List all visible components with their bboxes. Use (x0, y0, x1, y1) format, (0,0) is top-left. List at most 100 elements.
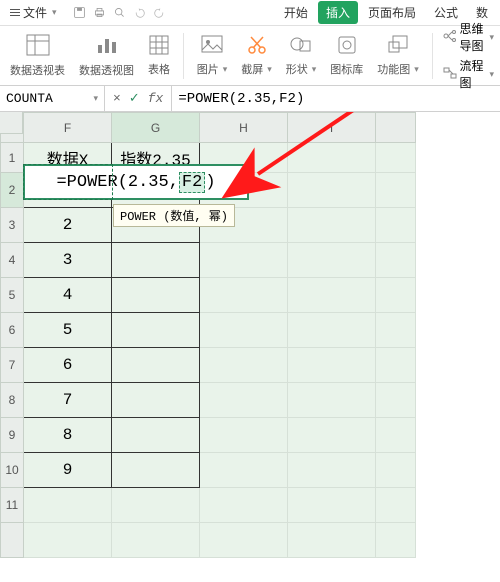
formula-cellref: F2 (179, 172, 205, 193)
undo-icon[interactable] (133, 6, 147, 20)
cell[interactable] (376, 278, 416, 313)
cell[interactable] (200, 243, 288, 278)
row-header[interactable]: 6 (1, 313, 24, 348)
row-header[interactable]: 9 (1, 418, 24, 453)
row-header[interactable]: 4 (1, 243, 24, 278)
print-icon[interactable] (93, 6, 107, 20)
cell[interactable] (376, 173, 416, 208)
cell[interactable] (288, 453, 376, 488)
ribbon-separator (432, 33, 433, 79)
cell[interactable] (200, 313, 288, 348)
cell[interactable] (376, 348, 416, 383)
cell[interactable] (112, 488, 200, 523)
cell[interactable] (376, 143, 416, 173)
cell-f9[interactable]: 8 (24, 418, 112, 453)
cell-f5[interactable]: 4 (24, 278, 112, 313)
cell[interactable] (376, 418, 416, 453)
cell-f6[interactable]: 5 (24, 313, 112, 348)
preview-icon[interactable] (113, 6, 127, 20)
cell[interactable] (376, 453, 416, 488)
screenshot-button[interactable]: 截屏▾ (237, 34, 276, 77)
cell[interactable] (288, 383, 376, 418)
cell-g10[interactable] (112, 453, 200, 488)
tab-home[interactable]: 开始 (276, 1, 316, 24)
cell[interactable] (24, 523, 112, 558)
pivot-table-button[interactable]: 数据透视表 (6, 33, 69, 78)
cell[interactable] (288, 313, 376, 348)
name-box[interactable]: COUNTA (0, 86, 105, 111)
row-header[interactable]: 1 (1, 143, 24, 173)
cell-g5[interactable] (112, 278, 200, 313)
row-header[interactable]: 3 (1, 208, 24, 243)
col-header-blank[interactable] (376, 113, 416, 143)
row-header[interactable] (1, 523, 24, 558)
cell[interactable] (200, 523, 288, 558)
pivot-chart-icon (94, 33, 120, 60)
col-header-i[interactable]: I (288, 113, 376, 143)
cell-g9[interactable] (112, 418, 200, 453)
table-button[interactable]: 表格 (144, 34, 174, 77)
redo-icon[interactable] (153, 6, 167, 20)
shapes-label: 形状 (286, 61, 308, 77)
formula-input[interactable]: =POWER(2.35,F2) (171, 86, 500, 111)
cell[interactable] (288, 523, 376, 558)
row-header[interactable]: 11 (1, 488, 24, 523)
confirm-formula-button[interactable]: ✓ (129, 91, 140, 106)
cell[interactable] (200, 453, 288, 488)
cell[interactable] (200, 488, 288, 523)
col-header-h[interactable]: H (200, 113, 288, 143)
select-all-corner[interactable] (0, 112, 23, 134)
cell-f7[interactable]: 6 (24, 348, 112, 383)
icons-button[interactable]: 图标库 (326, 34, 367, 77)
cell-g8[interactable] (112, 383, 200, 418)
cell[interactable] (288, 143, 376, 173)
cell[interactable] (288, 488, 376, 523)
cell[interactable] (288, 243, 376, 278)
cell-f10[interactable]: 9 (24, 453, 112, 488)
cell[interactable] (112, 523, 200, 558)
cell[interactable] (376, 383, 416, 418)
cell-f3[interactable]: 2 (24, 208, 112, 243)
cell[interactable] (288, 208, 376, 243)
cell[interactable] (376, 243, 416, 278)
row-header[interactable]: 5 (1, 278, 24, 313)
shapes-button[interactable]: 形状 ▾ (282, 34, 321, 77)
cell[interactable] (376, 523, 416, 558)
fx-button[interactable]: fx (148, 91, 164, 106)
file-menu[interactable]: 文件 ▾ (4, 2, 63, 23)
pivot-chart-button[interactable]: 数据透视图 (75, 33, 138, 78)
cell-g7[interactable] (112, 348, 200, 383)
tab-insert[interactable]: 插入 (318, 1, 358, 24)
picture-button[interactable]: 图片▾ (193, 34, 232, 77)
cell[interactable] (376, 488, 416, 523)
row-header[interactable]: 2 (1, 173, 24, 208)
row-header[interactable]: 8 (1, 383, 24, 418)
cell[interactable] (288, 418, 376, 453)
cancel-formula-button[interactable]: × (113, 91, 121, 106)
cell-g4[interactable] (112, 243, 200, 278)
cell[interactable] (200, 383, 288, 418)
scissors-icon (246, 34, 268, 59)
cell[interactable] (376, 208, 416, 243)
row-header[interactable]: 7 (1, 348, 24, 383)
col-header-f[interactable]: F (24, 113, 112, 143)
col-header-g[interactable]: G (112, 113, 200, 143)
function-chart-button[interactable]: 功能图▾ (373, 34, 423, 77)
row-header[interactable]: 10 (1, 453, 24, 488)
cell-f4[interactable]: 3 (24, 243, 112, 278)
active-cell-editor[interactable]: =POWER(2.35,F2) (23, 164, 249, 200)
cell[interactable] (288, 348, 376, 383)
cell[interactable] (288, 173, 376, 208)
chevron-down-icon: ▾ (312, 64, 317, 75)
tab-page-layout[interactable]: 页面布局 (360, 1, 424, 24)
cell[interactable] (200, 348, 288, 383)
cell[interactable] (376, 313, 416, 348)
cell[interactable] (24, 488, 112, 523)
cell[interactable] (200, 418, 288, 453)
save-icon[interactable] (73, 6, 87, 20)
cell[interactable] (288, 278, 376, 313)
mindmap-button[interactable]: 思维导图▾ (442, 20, 494, 54)
cell[interactable] (200, 278, 288, 313)
cell-f8[interactable]: 7 (24, 383, 112, 418)
cell-g6[interactable] (112, 313, 200, 348)
